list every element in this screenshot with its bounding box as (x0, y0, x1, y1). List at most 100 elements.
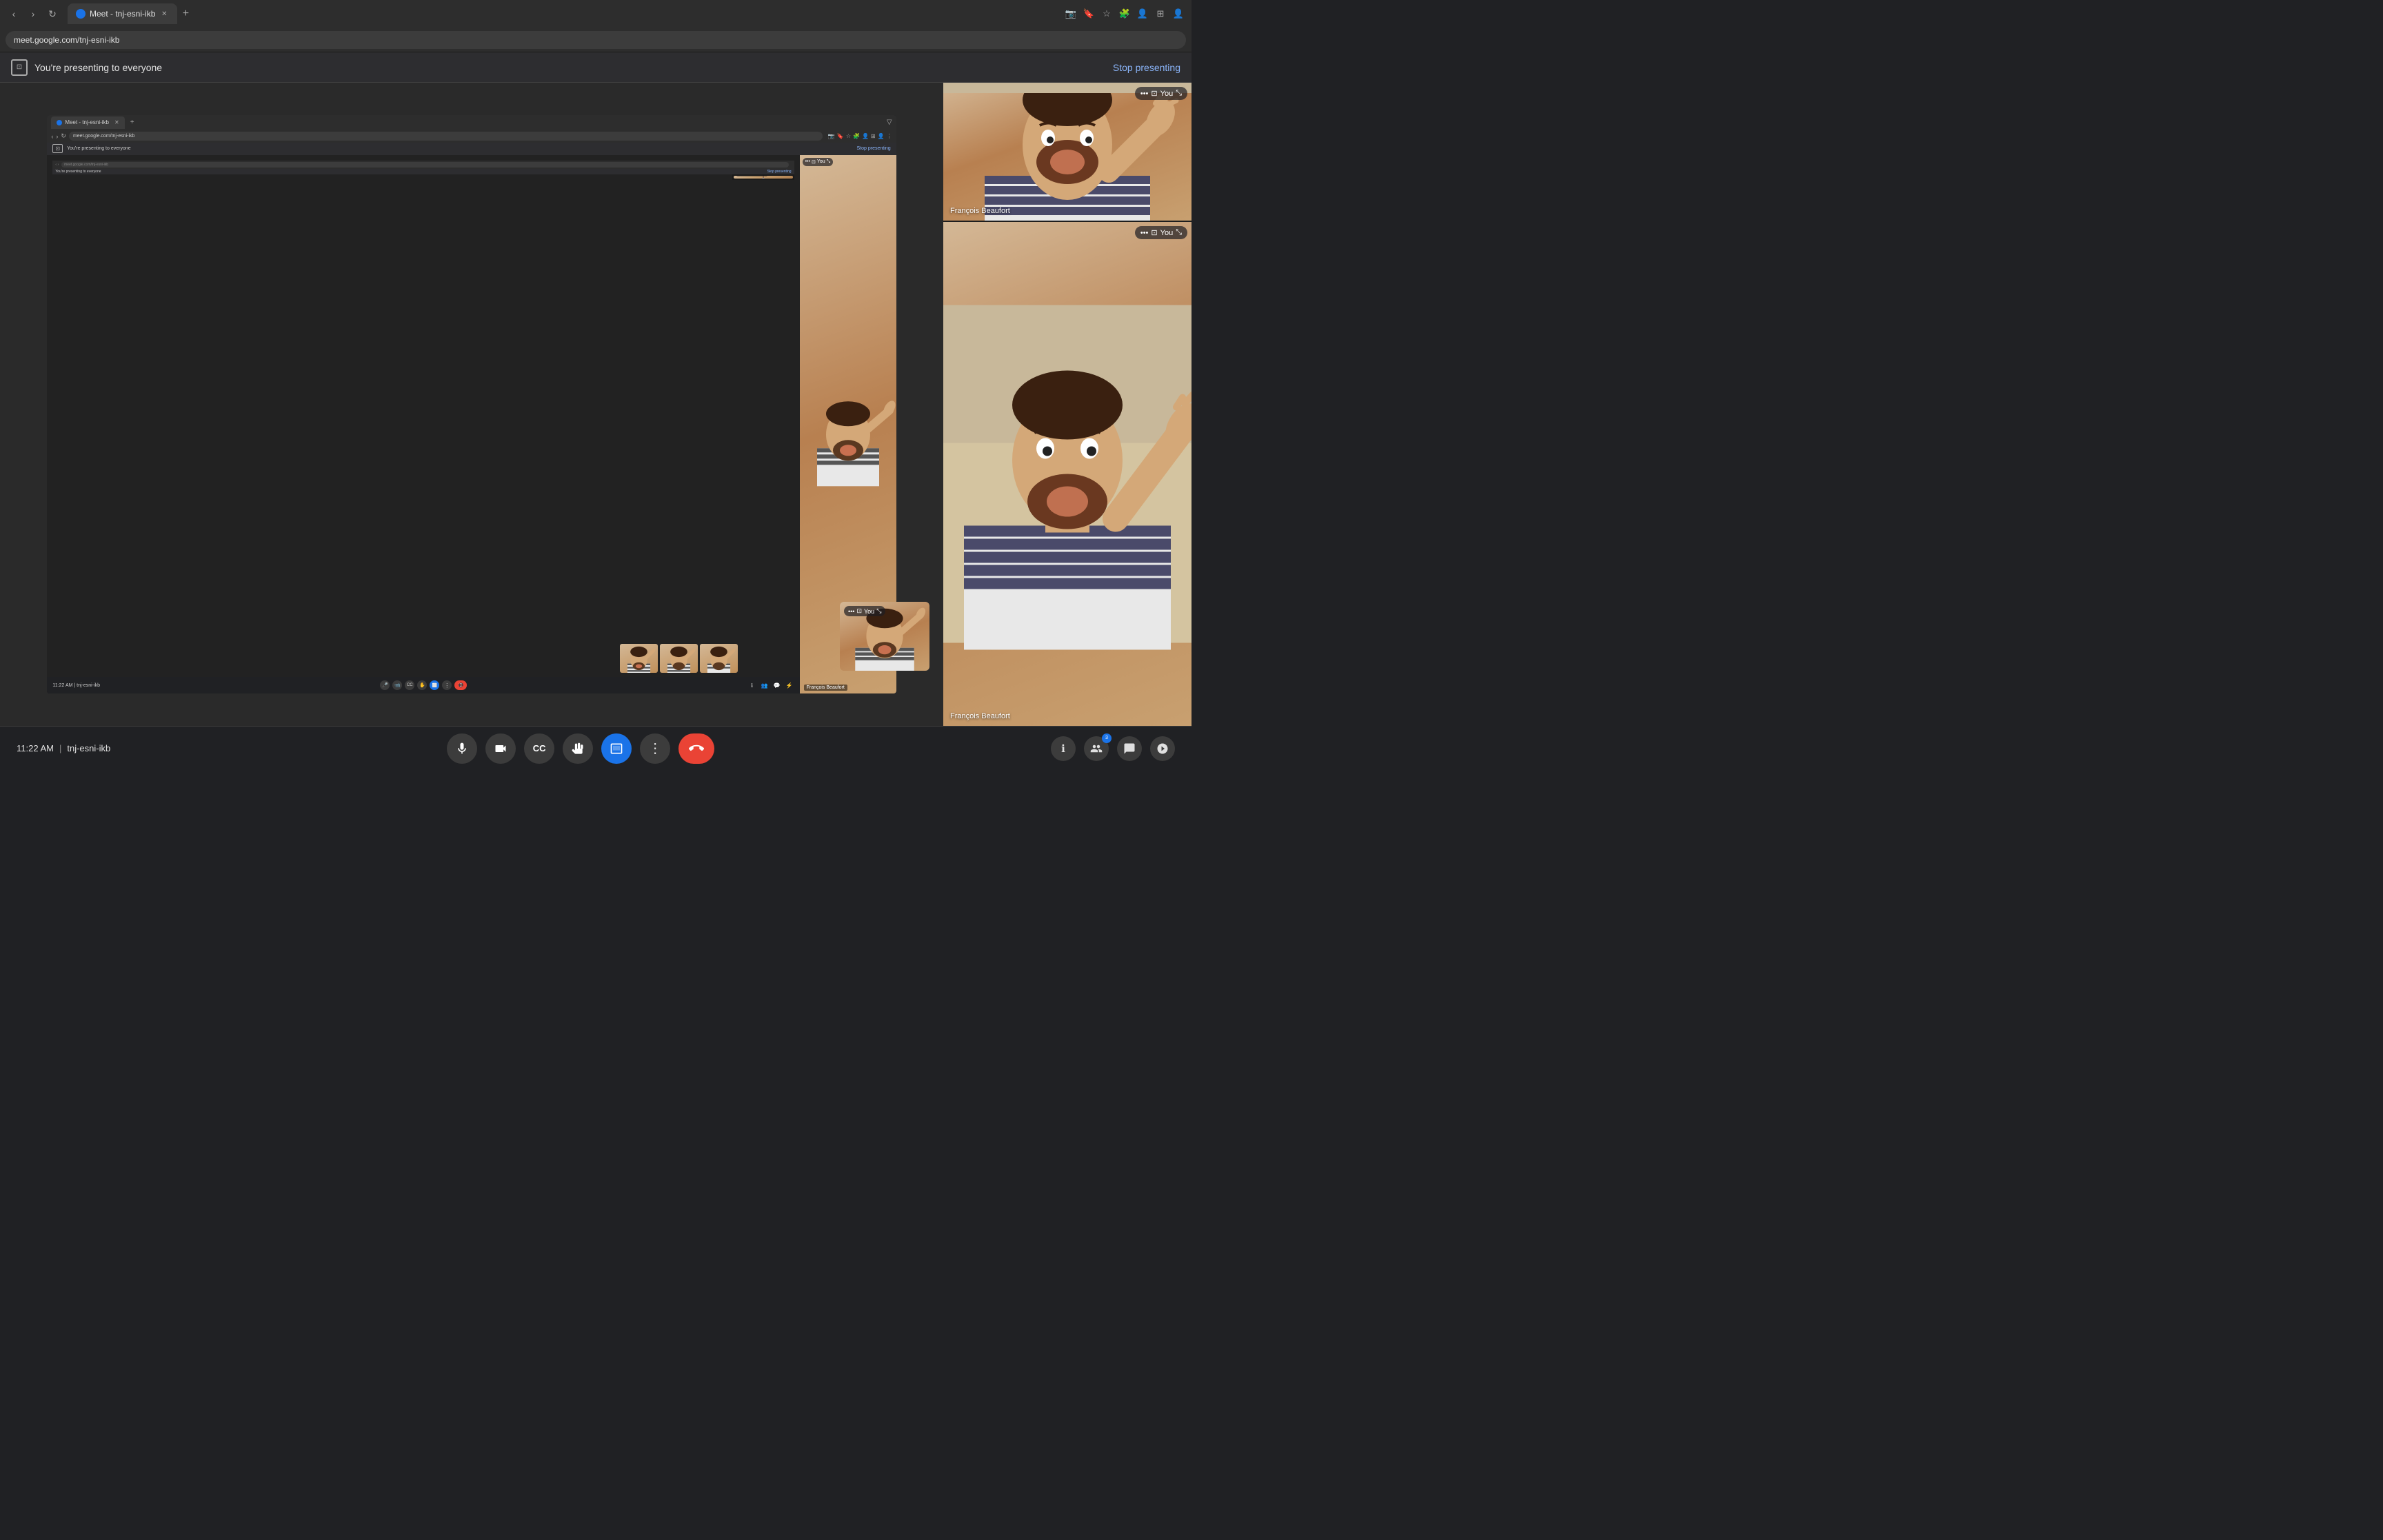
inner-bm-icon[interactable]: 🔖 (837, 133, 844, 139)
extension-icon[interactable]: 🧩 (1117, 6, 1132, 21)
browser-controls: ‹ › ↻ (6, 6, 61, 22)
toolbar-left: 11:22 AM | tnj-esni-ikb (17, 743, 110, 753)
recursive-layout: ‹ › meet.google.com/tnj-esni-ikb You're … (47, 155, 896, 694)
bottom-toolbar: 11:22 AM | tnj-esni-ikb CC ⋮ ℹ 3 (0, 726, 1192, 770)
inner-presenting-text: You're presenting to everyone (67, 146, 131, 151)
screen-share-area: Meet - tnj-esni-ikb ✕ + ▽ ‹ › ↻ meet.goo… (0, 83, 943, 726)
deep-stop-btn: Stop presenting (767, 170, 792, 174)
inner-address-row: ‹ › ↻ meet.google.com/tnj-esni-ikb 📷 🔖 ☆… (47, 130, 896, 143)
inner-sidebar-icon[interactable]: ⊞ (871, 133, 876, 139)
face-svg-sm-3 (700, 645, 738, 673)
inner-address-bar[interactable]: meet.google.com/tnj-esni-ikb (69, 132, 823, 141)
participant-face-2 (943, 222, 1192, 726)
deep-address: meet.google.com/tnj-esni-ikb (61, 162, 788, 168)
inner-toolbar-icons: 📷 🔖 ☆ 🧩 👤 ⊞ 👤 ⋮ (828, 133, 892, 139)
bookmark-icon[interactable]: 🔖 (1081, 6, 1096, 21)
tab-title: Meet - tnj-esni-ikb (90, 9, 155, 19)
inner-info-btn[interactable]: ℹ (747, 680, 757, 690)
inner-controls: 🎤 📹 CC ✋ ⬜ ⋮ 📵 (380, 680, 467, 690)
deep-right-tiles: François Beaufort (732, 174, 794, 180)
cast-icon[interactable]: 📷 (1063, 6, 1078, 21)
floating-more-btn[interactable]: ••• ⊡ You ⤡ (844, 606, 885, 616)
participant-tile-1: François Beaufort ••• ⊡ You ⤡ (943, 83, 1192, 221)
medium-video-tiles (620, 644, 738, 673)
chat-button[interactable] (1117, 736, 1142, 761)
inner-people-btn[interactable]: 👥 (760, 680, 770, 690)
profile-icon[interactable]: 👤 (1135, 6, 1150, 21)
inner-more-icon[interactable]: ⋮ (887, 133, 892, 139)
address-bar[interactable]: meet.google.com/tnj-esni-ikb (6, 31, 1186, 49)
user-profile-icon[interactable]: 👤 (1171, 6, 1186, 21)
browser-toolbar: 📷 🔖 ☆ 🧩 👤 ⊞ 👤 (1063, 6, 1186, 21)
med-tile-3 (700, 644, 738, 673)
inner-more-btn[interactable]: ⋮ (442, 680, 452, 690)
inner-star-icon[interactable]: ☆ (846, 133, 851, 139)
inner-hand-btn[interactable]: ✋ (417, 680, 427, 690)
inner-tab-title: Meet - tnj-esni-ikb (65, 119, 109, 125)
inner-reload[interactable]: ↻ (61, 132, 66, 140)
floating-tile-controls: ••• ⊡ You ⤡ (844, 606, 885, 616)
reload-button[interactable]: ↻ (44, 6, 61, 22)
inner-ext-icon[interactable]: 🧩 (853, 133, 860, 139)
forward-button[interactable]: › (25, 6, 41, 22)
tab-bar: Meet - tnj-esni-ikb ✕ + (65, 0, 1059, 28)
participants-panel: François Beaufort ••• ⊡ You ⤡ (943, 83, 1192, 726)
inner-new-tab[interactable]: + (130, 119, 134, 126)
people-button[interactable]: 3 (1084, 736, 1109, 761)
separator-dot: | (59, 743, 61, 753)
stop-presenting-button[interactable]: Stop presenting (1113, 62, 1180, 73)
inner-forward[interactable]: › (56, 133, 58, 140)
inner-stop-btn[interactable]: Stop presenting (857, 146, 891, 151)
inner-cast-icon[interactable]: 📷 (828, 133, 835, 139)
inner-user-icon[interactable]: 👤 (878, 133, 885, 139)
participant-name-1: François Beaufort (950, 207, 1010, 215)
deep-recursive: ‹ › meet.google.com/tnj-esni-ikb You're … (52, 161, 794, 180)
presenting-left: ⊡ You're presenting to everyone (11, 59, 162, 76)
info-button[interactable]: ℹ (1051, 736, 1076, 761)
new-tab-button[interactable]: + (177, 6, 194, 22)
more-options-button[interactable]: ⋮ (640, 733, 670, 764)
inner-inner-bar: 11:22 AM | tnj-esni-ikb 🎤 📹 CC ✋ ⬜ ⋮ 📵 (47, 677, 799, 693)
active-tab[interactable]: Meet - tnj-esni-ikb ✕ (68, 3, 177, 24)
face-svg-sm (620, 645, 658, 673)
p2-you-label: You (1160, 229, 1174, 237)
back-button[interactable]: ‹ (6, 6, 22, 22)
you-label-small: You (864, 608, 874, 615)
inner-profile-icon[interactable]: 👤 (862, 133, 869, 139)
end-call-button[interactable] (678, 733, 714, 764)
inner-presenting-banner: ⊡ You're presenting to everyone Stop pre… (47, 143, 896, 155)
present-button[interactable] (601, 733, 632, 764)
inner-chat-btn[interactable]: 💬 (772, 680, 782, 690)
participant-2-controls: ••• ⊡ You ⤡ (1135, 226, 1187, 239)
inner-act-btn[interactable]: ⚡ (785, 680, 794, 690)
inner-url: meet.google.com/tnj-esni-ikb (73, 134, 135, 139)
inner-name-1: François Beaufort (804, 685, 847, 691)
sidebar-toggle[interactable]: ⊞ (1153, 6, 1168, 21)
deep-banner-text: You're presenting to everyone (55, 170, 101, 174)
deep-right-tile-1: François Beaufort (734, 176, 793, 179)
p1-more-btn[interactable]: ••• ⊡ You ⤡ (1135, 87, 1187, 100)
mic-button[interactable] (447, 733, 477, 764)
inner-back[interactable]: ‹ (51, 133, 53, 140)
inner-tab-close[interactable]: ✕ (114, 119, 119, 125)
inner-present-btn[interactable]: ⬜ (430, 680, 439, 690)
inner-tab[interactable]: Meet - tnj-esni-ikb ✕ (51, 116, 124, 129)
raise-hand-button[interactable] (563, 733, 593, 764)
inner-more-tile[interactable]: ••• ⊡ You ⤡ (803, 158, 834, 166)
floating-tile-you: ••• ⊡ You ⤡ (840, 602, 929, 671)
captions-button[interactable]: CC (524, 733, 554, 764)
inner-collapse[interactable]: ▽ (887, 119, 892, 126)
p2-more-btn[interactable]: ••• ⊡ You ⤡ (1135, 226, 1187, 239)
browser-chrome: ‹ › ↻ Meet - tnj-esni-ikb ✕ + 📷 🔖 ☆ 🧩 👤 … (0, 0, 1192, 28)
inner-end-btn[interactable]: 📵 (454, 680, 467, 690)
participant-1-controls: ••• ⊡ You ⤡ (1135, 87, 1187, 100)
tab-close-button[interactable]: ✕ (159, 9, 169, 19)
inner-presenting-left: ⊡ You're presenting to everyone (52, 144, 130, 153)
activities-button[interactable] (1150, 736, 1175, 761)
inner-mic-btn[interactable]: 🎤 (380, 680, 390, 690)
camera-button[interactable] (485, 733, 516, 764)
inner-time: 11:22 AM | tnj-esni-ikb (52, 683, 100, 688)
star-icon[interactable]: ☆ (1099, 6, 1114, 21)
inner-cc-btn[interactable]: CC (405, 680, 414, 690)
inner-cam-btn[interactable]: 📹 (392, 680, 402, 690)
